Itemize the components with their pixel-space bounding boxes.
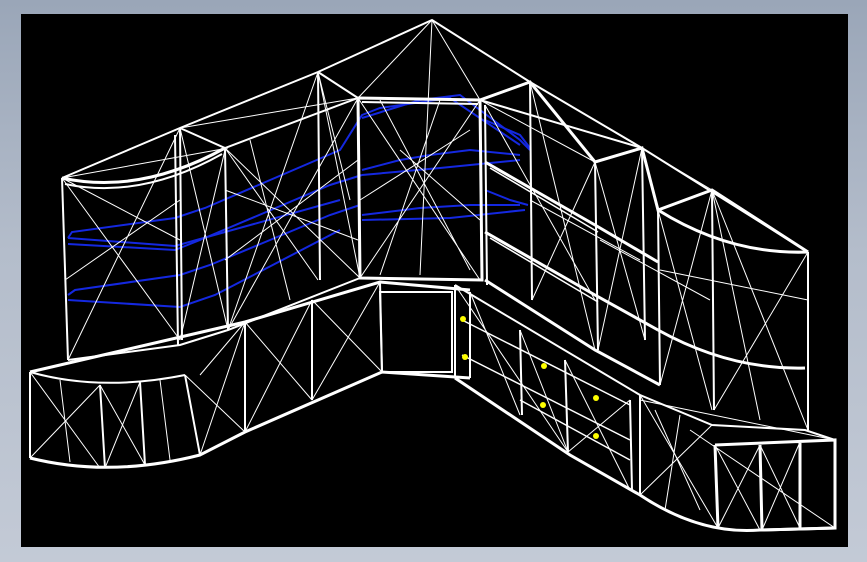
base-left-bottom xyxy=(29,370,471,469)
left-diagonals xyxy=(61,71,361,361)
shelf-center-lower xyxy=(361,204,526,221)
base-left-top xyxy=(29,280,471,374)
shelf-left-upper-front xyxy=(67,174,363,252)
handle-5 xyxy=(593,395,599,401)
right-cabinet-shelves xyxy=(484,160,661,387)
corner-unit-top xyxy=(361,101,479,105)
base-right-verticals xyxy=(469,292,641,495)
base-left-verticals xyxy=(244,281,456,432)
cabinet-wireframe-drawing[interactable] xyxy=(21,14,848,547)
handle-6 xyxy=(593,433,599,439)
shelf-left-upper xyxy=(67,96,521,248)
shelf-left-lower xyxy=(67,204,361,309)
handles-group xyxy=(460,316,599,439)
wireframe-group xyxy=(29,18,837,533)
right-cabinet-shelves-inner xyxy=(489,167,599,303)
left-cabinet-bottom xyxy=(67,277,361,361)
handle-4 xyxy=(540,402,546,408)
cad-viewport[interactable] xyxy=(21,14,848,547)
corner-unit-inner xyxy=(357,19,481,281)
base-right-front xyxy=(713,438,837,532)
right-cabinet-curved-bottom xyxy=(657,328,806,370)
handle-1 xyxy=(460,316,466,322)
base-left-front xyxy=(29,371,201,469)
base-corner-door xyxy=(378,291,453,373)
handle-3 xyxy=(541,363,547,369)
handle-2 xyxy=(462,354,468,360)
right-cabinet-curved-top xyxy=(657,208,809,254)
base-left-diagonals xyxy=(29,281,383,469)
